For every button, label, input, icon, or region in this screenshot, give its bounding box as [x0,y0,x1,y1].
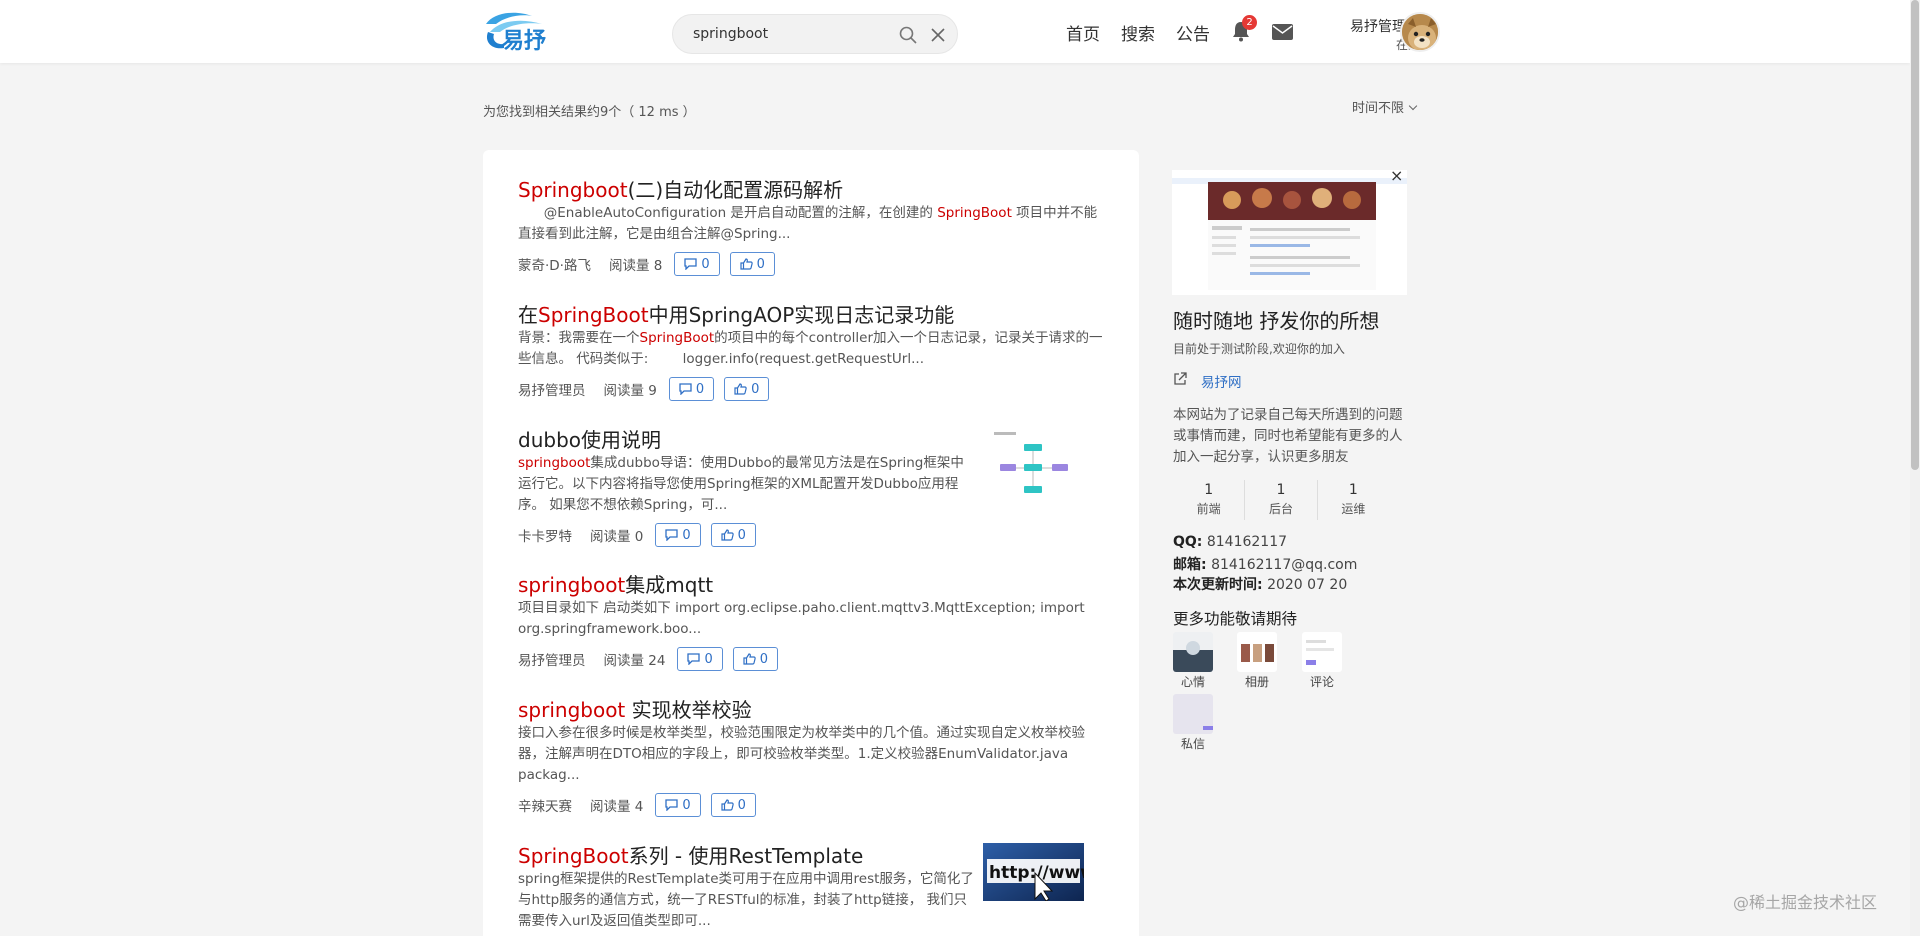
result-title[interactable]: springboot集成mqtt [518,572,1104,598]
result-author[interactable]: 蒙奇·D·路飞 [518,254,591,274]
thumbs-up-icon [721,799,734,811]
qq-info: QQ: 814162117 [1173,534,1288,550]
time-filter-label: 时间不限 [1352,101,1405,116]
result-thumbnail[interactable]: http://www [983,843,1084,901]
result-reads: 阅读量 24 [603,653,666,669]
list-item: SpringBoot系列 - 使用RestTemplate spring框架提供… [518,843,974,932]
comment-button[interactable]: 0 [655,793,701,817]
close-icon[interactable]: × [1390,168,1403,184]
external-link-icon [1174,372,1187,385]
close-icon[interactable] [929,26,947,44]
chevron-down-icon [1408,101,1418,111]
comment-button[interactable]: 0 [674,252,720,276]
result-reads: 阅读量 8 [608,258,663,274]
nav-search[interactable]: 搜索 [1121,20,1155,45]
thumbs-up-icon [740,258,753,270]
list-item: springboot 实现枚举校验 接口入参在很多时候是枚举类型，校验范围限定为… [518,697,1104,818]
sidebar-title: 随时随地 抒发你的所想 [1173,309,1380,333]
sidebar-description: 本网站为了记录自己每天所遇到的问题或事情而建，同时也希望能有更多的人加入一起分享… [1173,407,1403,465]
thumbs-up-icon [734,383,747,395]
thumbs-up-icon [743,653,756,665]
like-button[interactable]: 0 [732,647,779,671]
comment-icon [684,258,698,270]
like-button[interactable]: 0 [710,793,756,817]
scrollbar-thumb[interactable] [1911,0,1919,470]
nav-announcement[interactable]: 公告 [1176,20,1210,45]
result-meta: 易抒管理员 阅读量 9 0 0 [518,376,1104,402]
result-summary: 背景：我需要在一个SpringBoot的项目中的每个controller加入一个… [518,330,1103,367]
result-summary: 接口入参在很多时候是枚举类型，校验范围限定为枚举类中的几个值。通过实现自定义枚举… [518,725,1085,783]
result-title[interactable]: springboot 实现枚举校验 [518,697,1104,723]
update-info: 本次更新时间: 2020 07 20 [1173,577,1348,593]
like-button[interactable]: 0 [724,377,770,401]
stat-backend: 1 后台 [1245,480,1318,520]
sidebar-subtitle: 目前处于测试阶段,欢迎你的加入 [1173,342,1345,356]
site-link[interactable]: 易抒网 [1201,371,1242,391]
top-header: 易抒 首页 搜索 公告 2 易抒管理员 在线 [0,0,1910,63]
feature-message[interactable]: 私信 [1173,694,1213,752]
result-title[interactable]: dubbo使用说明 [518,427,974,453]
comment-icon [665,529,679,541]
result-reads: 阅读量 9 [603,383,657,399]
result-title[interactable]: Springboot(二)自动化配置源码解析 [518,177,1104,203]
feature-comment[interactable]: 评论 [1302,632,1342,690]
search-input[interactable] [693,24,893,44]
time-filter-dropdown[interactable]: 时间不限 [1352,97,1418,116]
comment-icon [679,383,692,395]
mail-icon[interactable] [1272,24,1293,40]
result-reads: 阅读量 0 [590,529,644,545]
list-item: Springboot(二)自动化配置源码解析 @EnableAutoConfig… [518,177,1104,277]
result-meta: 易抒管理员 阅读量 24 0 0 [518,646,1104,672]
notification-badge: 2 [1242,15,1257,30]
result-count: 为您找到相关结果约9个（ 12 ms ） [483,105,696,120]
email-info: 邮箱: 814162117@qq.com [1173,557,1358,573]
result-summary: @EnableAutoConfiguration 是开启自动配置的注解，在创建的… [518,205,1098,242]
svg-text:易抒: 易抒 [502,29,546,54]
list-item: springboot集成mqtt 项目目录如下 启动类如下 import org… [518,572,1104,672]
results-list: Springboot(二)自动化配置源码解析 @EnableAutoConfig… [483,150,1139,936]
result-reads: 阅读量 4 [590,799,644,815]
result-author[interactable]: 卡卡罗特 [518,525,572,545]
feature-mood[interactable]: 心情 [1173,632,1213,690]
nav-home[interactable]: 首页 [1066,20,1100,45]
comment-button[interactable]: 0 [668,377,715,401]
like-button[interactable]: 0 [729,252,775,276]
thumbs-up-icon [721,529,734,541]
result-author[interactable]: 易抒管理员 [518,649,586,669]
result-summary: 项目目录如下 启动类如下 import org.eclipse.paho.cli… [518,600,1085,637]
avatar[interactable] [1400,12,1440,52]
result-title[interactable]: 在SpringBoot中用SpringAOP实现日志记录功能 [518,302,1104,328]
result-meta: 辛辣天赛 阅读量 4 0 0 [518,792,1104,818]
site-logo[interactable]: 易抒 [482,10,560,54]
result-summary: springboot集成dubbo导语：使用Dubbo的最常见方法是在Sprin… [518,455,964,513]
comment-button[interactable]: 0 [655,523,701,547]
search-box [672,14,958,54]
ad-banner[interactable] [1172,170,1407,295]
like-button[interactable]: 0 [710,523,756,547]
result-author[interactable]: 易抒管理员 [518,379,586,399]
comment-button[interactable]: 0 [677,647,723,671]
result-summary: spring框架提供的RestTemplate类可用于在应用中调用rest服务，… [518,871,974,929]
result-meta: 卡卡罗特 阅读量 0 0 0 [518,522,974,548]
stat-frontend: 1 前端 [1173,480,1246,520]
watermark: @稀土掘金技术社区 [1733,893,1878,912]
stats-row: 1 前端 1 后台 1 运维 [1173,480,1389,520]
feature-album[interactable]: 相册 [1237,632,1277,690]
result-author[interactable]: 辛辣天赛 [518,795,572,815]
result-thumbnail[interactable] [988,428,1078,508]
list-item: dubbo使用说明 springboot集成dubbo导语：使用Dubbo的最常… [518,427,974,548]
result-meta: 蒙奇·D·路飞 阅读量 8 0 0 [518,251,1104,277]
more-features-title: 更多功能敬请期待 [1173,610,1298,628]
result-title[interactable]: SpringBoot系列 - 使用RestTemplate [518,843,974,869]
search-icon[interactable] [899,26,917,44]
list-item: 在SpringBoot中用SpringAOP实现日志记录功能 背景：我需要在一个… [518,302,1104,402]
comment-icon [665,799,679,811]
stat-ops: 1 运维 [1341,482,1366,516]
comment-icon [687,653,701,665]
